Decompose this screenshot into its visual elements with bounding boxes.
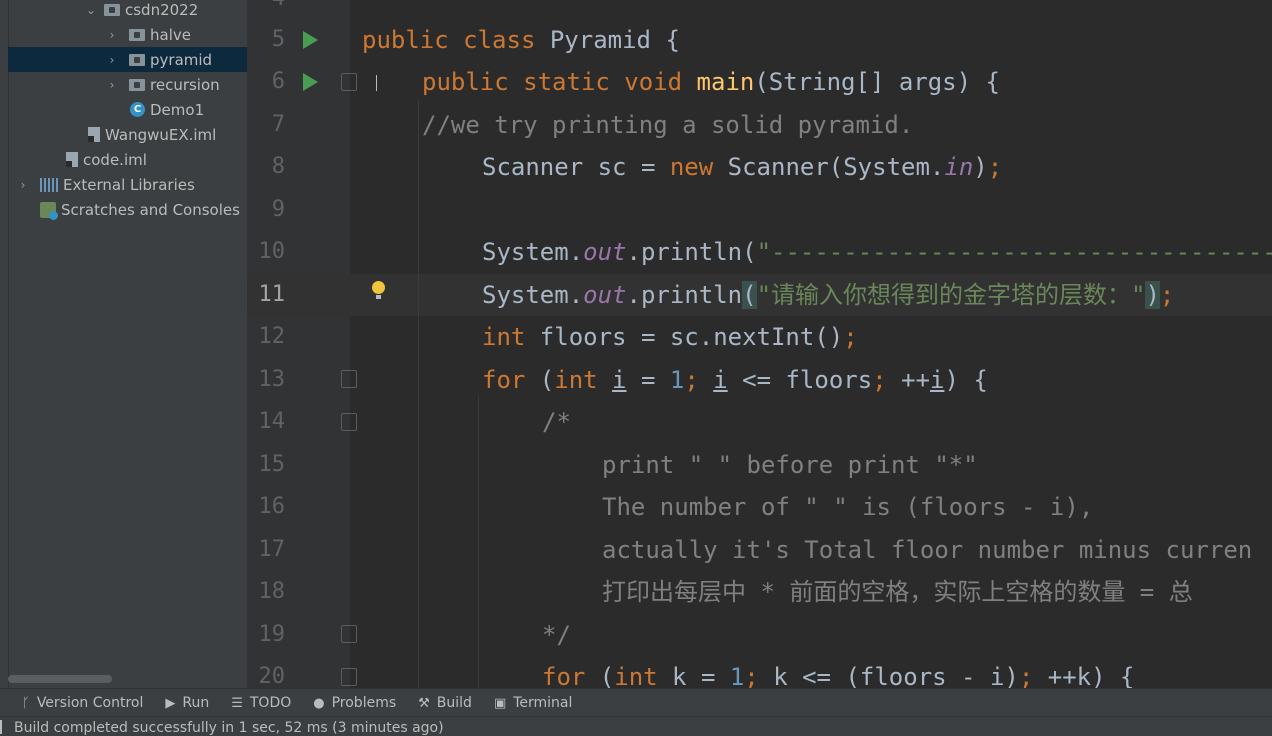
line-number: 7 <box>271 112 285 137</box>
module-file-icon <box>66 152 78 167</box>
fold-icon[interactable] <box>341 73 357 91</box>
tree-item-scratches[interactable]: Scratches and Consoles <box>8 197 247 222</box>
code-line-11: System.out.println("请输入你想得到的金字塔的层数："); <box>482 281 1175 309</box>
code-line-18: 打印出每层中 * 前面的空格，实际上空格的数量 = 总 <box>602 578 1193 606</box>
tree-item-label: External Libraries <box>63 175 195 194</box>
run-class-icon[interactable] <box>303 31 318 49</box>
package-icon <box>129 28 145 41</box>
line-number: 18 <box>258 579 286 604</box>
tool-window-bar: ᚴ Version Control ▶ Run ☰ TODO ● Problem… <box>0 688 1272 717</box>
code-line-19: */ <box>542 621 571 649</box>
package-icon <box>129 53 145 66</box>
run-main-icon[interactable] <box>303 73 318 91</box>
tab-label: Terminal <box>513 695 573 711</box>
line-number: 12 <box>258 324 286 349</box>
library-icon <box>40 177 58 192</box>
hammer-icon: ⚒ <box>418 695 430 711</box>
status-message[interactable]: Build completed successfully in 1 sec, 5… <box>14 720 444 736</box>
code-line-12: int floors = sc.nextInt(); <box>482 323 858 351</box>
code-line-13: for (int i = 1; i <= floors; ++i) { <box>482 366 988 394</box>
tree-item-label: code.iml <box>83 150 147 169</box>
status-bar: Build completed successfully in 1 sec, 5… <box>0 716 1272 736</box>
chevron-right-icon[interactable]: › <box>105 28 119 42</box>
tab-problems[interactable]: ● Problems <box>313 695 396 711</box>
line-number: 17 <box>258 537 286 562</box>
status-panel-toggle-icon[interactable] <box>0 720 6 734</box>
chevron-down-icon[interactable]: ⌄ <box>84 3 98 17</box>
tab-terminal[interactable]: ▣ Terminal <box>494 695 572 711</box>
code-line-8: Scanner sc = new Scanner(System.in); <box>482 153 1003 181</box>
line-number: 16 <box>258 494 286 519</box>
tree-item-label: pyramid <box>150 50 213 69</box>
lightbulb-icon[interactable] <box>372 281 385 299</box>
line-number: 6 <box>271 69 285 94</box>
tree-item-label: recursion <box>150 75 220 94</box>
module-file-icon <box>88 127 100 142</box>
line-number: 10 <box>258 239 286 264</box>
code-line-15: print " " before print "*" <box>602 451 978 479</box>
fold-icon[interactable] <box>341 668 357 686</box>
tab-todo[interactable]: ☰ TODO <box>231 695 291 711</box>
code-line-10: System.out.println("--------------------… <box>482 238 1272 266</box>
tree-item-recursion[interactable]: › recursion <box>8 72 247 97</box>
code-line-14: /* <box>542 408 571 436</box>
tab-label: Build <box>436 695 472 711</box>
tree-item-code-iml[interactable]: code.iml <box>8 147 247 172</box>
tab-label: TODO <box>249 695 292 711</box>
info-icon: ● <box>313 695 325 711</box>
tree-item-label: Scratches and Consoles <box>61 200 240 219</box>
tab-run[interactable]: ▶ Run <box>165 695 209 711</box>
line-number: 13 <box>258 367 286 392</box>
line-number: 15 <box>258 452 286 477</box>
fold-icon[interactable] <box>341 413 357 431</box>
tree-item-label: halve <box>150 25 191 44</box>
tab-label: Version Control <box>36 695 144 711</box>
tab-label: Problems <box>331 695 397 711</box>
line-number: 5 <box>271 27 285 52</box>
tree-item-csdn2022[interactable]: ⌄ csdn2022 <box>8 0 247 22</box>
line-number: 14 <box>258 409 286 434</box>
branch-icon: ᚴ <box>22 695 30 711</box>
line-number: 9 <box>271 197 285 222</box>
tab-build[interactable]: ⚒ Build <box>418 695 472 711</box>
chevron-right-icon[interactable]: › <box>16 178 30 192</box>
project-panel: ⌄ csdn2022 › halve › pyramid › recursion… <box>0 0 247 688</box>
folder-icon <box>104 3 120 16</box>
tree-item-pyramid[interactable]: › pyramid <box>8 47 247 72</box>
code-line-17: actually it's Total floor number minus c… <box>602 536 1253 564</box>
code-line-7: //we try printing a solid pyramid. <box>422 111 914 139</box>
code-line-5: public class Pyramid { <box>362 26 680 54</box>
line-number-current: 11 <box>258 282 286 307</box>
tab-version-control[interactable]: ᚴ Version Control <box>22 695 143 711</box>
indent-guide <box>418 100 419 688</box>
tree-item-halve[interactable]: › halve <box>8 22 247 47</box>
tree-item-label: csdn2022 <box>125 0 199 19</box>
fold-icon[interactable] <box>341 370 357 388</box>
unfold-icon[interactable] <box>341 625 357 643</box>
horizontal-scrollbar[interactable] <box>8 675 112 683</box>
class-icon: C <box>130 102 145 117</box>
mouse-ibeam-cursor <box>376 75 379 91</box>
tree-item-label: WangwuEX.iml <box>105 125 217 144</box>
tree-item-wangwuex-iml[interactable]: WangwuEX.iml <box>8 122 247 147</box>
line-number: 19 <box>258 622 286 647</box>
code-line-6: public static void main(String[] args) { <box>422 68 1000 96</box>
terminal-icon: ▣ <box>493 695 507 711</box>
tree-item-external-libraries[interactable]: › External Libraries <box>8 172 247 197</box>
line-number: 4 <box>247 0 285 20</box>
chevron-right-icon[interactable]: › <box>105 53 119 67</box>
code-line-16: The number of " " is (floors - i), <box>602 493 1094 521</box>
tab-label: Run <box>182 695 210 711</box>
list-icon: ☰ <box>231 695 243 711</box>
play-icon: ▶ <box>165 695 176 711</box>
package-icon <box>129 78 145 91</box>
chevron-right-icon[interactable]: › <box>105 78 119 92</box>
tree-item-demo1[interactable]: C Demo1 <box>8 97 247 122</box>
tree-item-label: Demo1 <box>150 100 205 119</box>
line-number: 8 <box>271 154 285 179</box>
indent-guide <box>478 396 479 688</box>
scratch-icon <box>40 201 58 220</box>
